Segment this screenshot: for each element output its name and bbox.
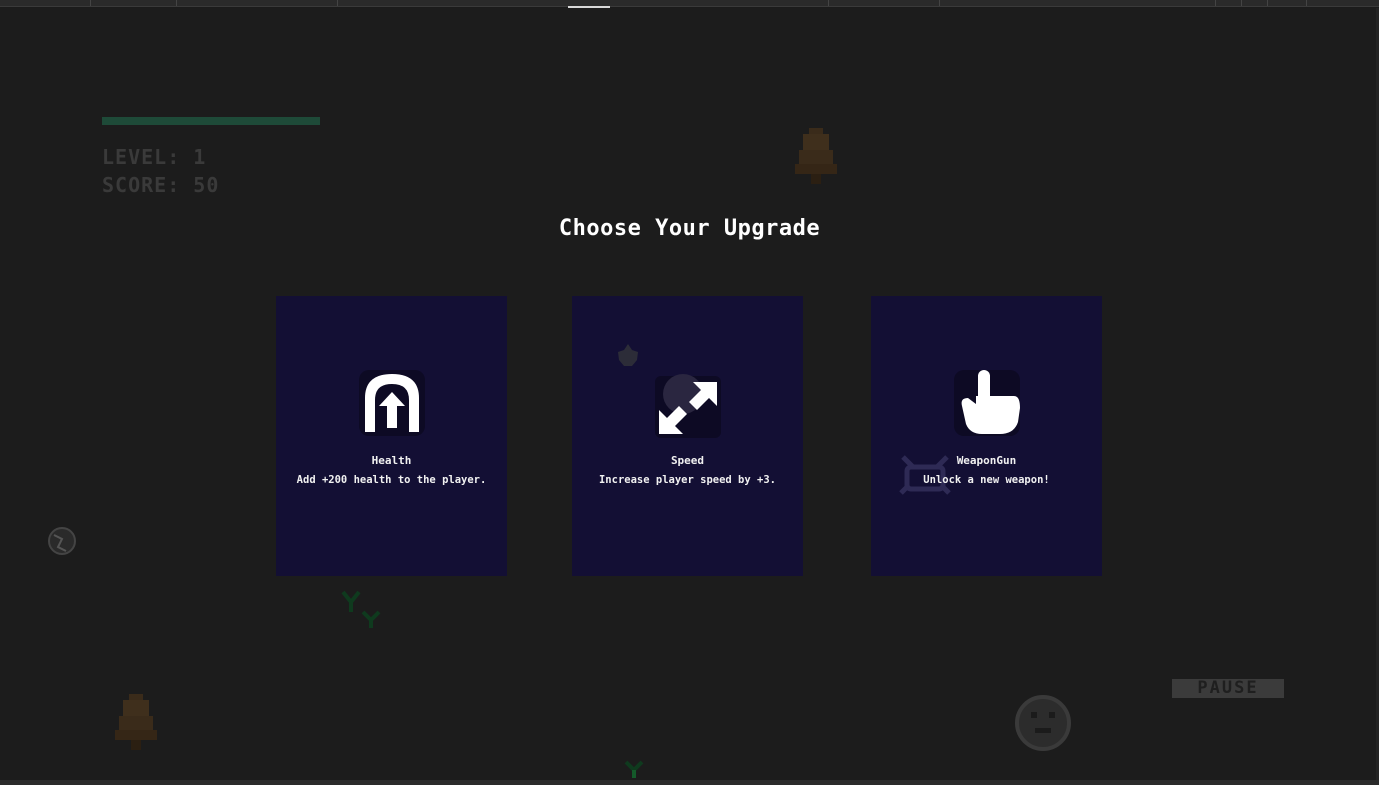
speed-arrows-icon <box>655 374 721 438</box>
blob-sprite <box>618 344 638 366</box>
bottom-scrollbar[interactable] <box>0 780 1379 785</box>
upgrade-card-weapongun[interactable]: WeaponGun Unlock a new weapon! <box>871 296 1102 576</box>
upgrade-menu-title: Choose Your Upgrade <box>558 216 821 241</box>
tab[interactable] <box>1242 0 1268 6</box>
pause-button[interactable]: PAUSE <box>1172 679 1284 698</box>
score-label: SCORE: 50 <box>102 173 220 197</box>
tab[interactable] <box>91 0 177 6</box>
upgrade-card-description: Add +200 health to the player. <box>296 474 487 486</box>
bell-sprite <box>115 694 157 750</box>
tab[interactable] <box>177 0 338 6</box>
face-sprite <box>1015 695 1071 751</box>
upgrade-card-health[interactable]: Health Add +200 health to the player. <box>276 296 507 576</box>
upgrade-card-speed[interactable]: Speed Increase player speed by +3. <box>572 296 803 576</box>
globe-sprite <box>48 527 76 555</box>
grass-sprite <box>341 590 381 628</box>
tab[interactable] <box>1216 0 1242 6</box>
upgrade-card-name: Health <box>371 454 412 467</box>
tab[interactable] <box>0 0 91 6</box>
tab[interactable] <box>1268 0 1307 6</box>
health-bar-fill <box>102 117 320 125</box>
health-arch-arrow-icon <box>359 370 425 436</box>
level-label: LEVEL: 1 <box>102 145 207 169</box>
upgrade-card-description: Unlock a new weapon! <box>923 474 1050 486</box>
tab[interactable] <box>940 0 1216 6</box>
grass-sprite <box>624 760 644 778</box>
upgrade-card-name: WeaponGun <box>956 454 1017 467</box>
upgrade-card-description: Increase player speed by +3. <box>598 474 776 486</box>
tab[interactable] <box>829 0 940 6</box>
pointing-hand-icon <box>954 370 1020 436</box>
upgrade-card-name: Speed <box>670 454 705 467</box>
bell-sprite <box>795 128 837 184</box>
browser-tab-strip[interactable] <box>0 0 1379 8</box>
player-health-bar <box>102 117 320 125</box>
